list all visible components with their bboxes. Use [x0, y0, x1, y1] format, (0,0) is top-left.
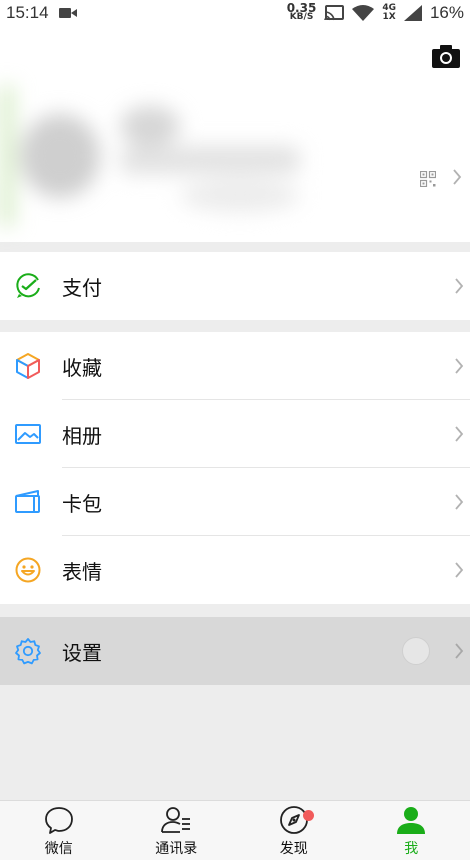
settings-group: 设置	[0, 617, 470, 685]
card-wallet-icon	[15, 490, 40, 513]
status-bar: 15:14 0.35 KB/S 4G 1X 16%	[0, 0, 470, 26]
menu-item-settings[interactable]: 设置	[0, 617, 470, 685]
camera-icon[interactable]	[432, 44, 460, 68]
touch-indicator	[402, 637, 430, 665]
pay-group: 支付	[0, 252, 470, 320]
blurred-profile-info	[0, 86, 330, 236]
menu-item-label: 支付	[62, 275, 102, 300]
menu-item-favorites[interactable]: 收藏	[0, 332, 470, 400]
tab-chats[interactable]: 微信	[0, 801, 118, 860]
cast-icon	[324, 5, 345, 21]
menu-item-label: 卡包	[62, 491, 102, 516]
menu-item-label: 收藏	[62, 355, 102, 380]
tab-label: 发现	[279, 841, 308, 857]
chat-bubble-icon	[44, 807, 73, 834]
chevron-right-icon	[455, 494, 464, 510]
favorites-cube-icon	[16, 353, 40, 379]
menu-item-label: 相册	[62, 423, 102, 448]
tab-label: 通讯录	[155, 841, 198, 857]
menu-item-label: 设置	[62, 640, 102, 665]
bottom-tab-bar: 微信 通讯录 发现 我	[0, 800, 470, 860]
album-picture-icon	[15, 424, 41, 444]
network-type: 4G 1X	[382, 3, 396, 22]
tab-label: 我	[404, 841, 419, 857]
qr-code-icon[interactable]	[420, 171, 436, 187]
chevron-right-icon	[455, 358, 464, 374]
contacts-icon	[161, 807, 191, 833]
battery-level: 16%	[429, 3, 464, 22]
notification-badge-dot	[303, 810, 314, 821]
tab-contacts[interactable]: 通讯录	[118, 801, 236, 860]
tab-label: 微信	[44, 841, 73, 857]
chevron-right-icon	[455, 643, 464, 659]
chevron-right-icon	[453, 169, 462, 185]
menu-item-label: 表情	[62, 559, 102, 584]
tab-discover[interactable]: 发现	[235, 801, 353, 860]
menu-item-pay[interactable]: 支付	[0, 252, 470, 320]
wallet-pay-icon	[16, 273, 40, 298]
chevron-right-icon	[455, 278, 464, 294]
profile-header[interactable]	[0, 26, 470, 242]
chevron-right-icon	[455, 426, 464, 442]
wifi-icon	[352, 5, 375, 21]
signal-icon	[403, 5, 422, 21]
features-group: 收藏 相册 卡包 表情	[0, 332, 470, 604]
menu-item-cards[interactable]: 卡包	[0, 468, 470, 536]
menu-item-stickers[interactable]: 表情	[0, 536, 470, 604]
person-icon	[397, 807, 426, 834]
video-recording-icon	[58, 8, 77, 18]
smiley-face-icon	[15, 557, 41, 583]
menu-item-album[interactable]: 相册	[0, 400, 470, 468]
tab-me[interactable]: 我	[353, 801, 470, 860]
gear-icon	[15, 638, 41, 665]
chevron-right-icon	[455, 562, 464, 578]
status-time: 15:14	[6, 3, 49, 22]
network-speed: 0.35 KB/S	[286, 1, 317, 22]
